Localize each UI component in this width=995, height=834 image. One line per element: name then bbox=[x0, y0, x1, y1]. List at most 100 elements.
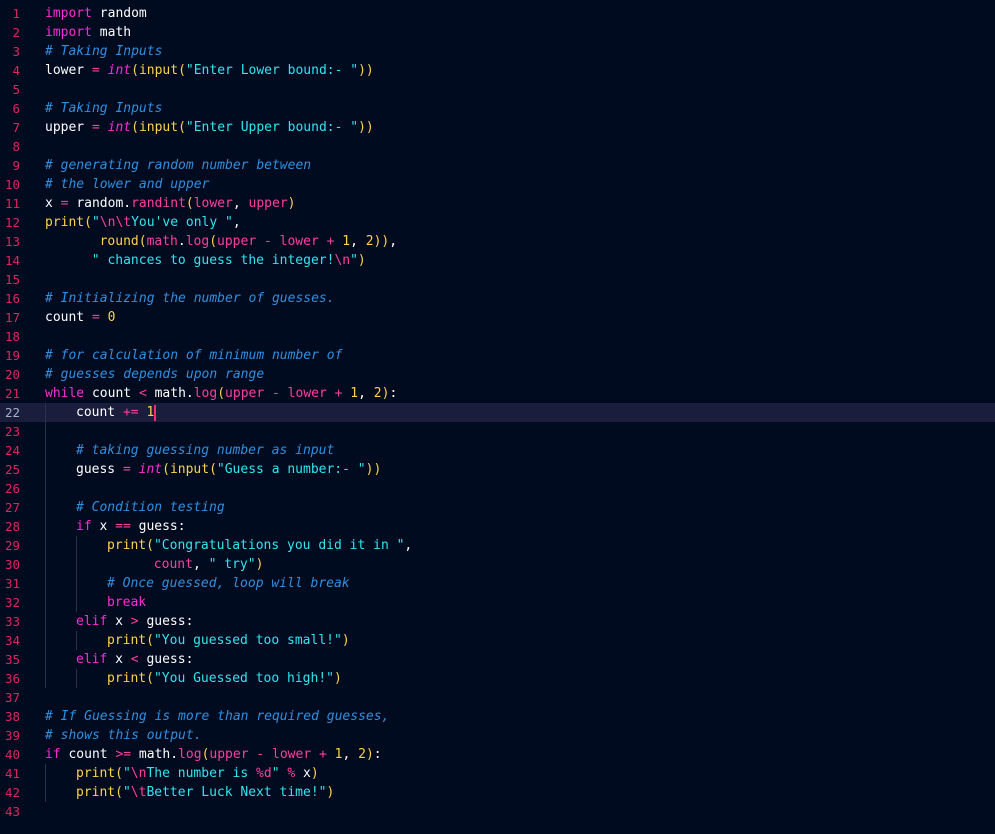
code-token: ( bbox=[178, 120, 186, 135]
code-line[interactable]: 2 import math bbox=[0, 23, 995, 42]
code-line[interactable]: 35 elif x < guess: bbox=[0, 650, 995, 669]
code-line[interactable]: 9 # generating random number between bbox=[0, 156, 995, 175]
code-text[interactable]: # Taking Inputs bbox=[45, 42, 162, 61]
code-text[interactable]: import math bbox=[45, 23, 131, 42]
code-line[interactable]: 6 # Taking Inputs bbox=[0, 99, 995, 118]
code-token: The number is bbox=[146, 766, 257, 781]
code-token: : bbox=[185, 652, 194, 667]
code-text[interactable]: print("\tBetter Luck Next time!") bbox=[45, 783, 334, 802]
code-text[interactable] bbox=[45, 479, 76, 498]
code-token: Better Luck Next time!" bbox=[146, 785, 327, 800]
code-text[interactable]: # Taking Inputs bbox=[45, 99, 162, 118]
code-line[interactable]: 43 bbox=[0, 802, 995, 821]
code-line[interactable]: 41 print("\nThe number is %d" % x) bbox=[0, 764, 995, 783]
code-token: x bbox=[45, 196, 53, 211]
line-number: 5 bbox=[12, 82, 20, 97]
code-text[interactable]: # If Guessing is more than required gues… bbox=[45, 707, 389, 726]
code-text[interactable]: x = random.randint(lower, upper) bbox=[45, 194, 296, 213]
code-lines[interactable]: 1 import random 2 import math 3 # Taking Inpu… bbox=[0, 4, 995, 821]
code-line[interactable]: 26 bbox=[0, 479, 995, 498]
code-line[interactable]: 3 # Taking Inputs bbox=[0, 42, 995, 61]
code-line[interactable]: 22 count += 1 bbox=[0, 403, 995, 422]
code-text[interactable]: while count < math.log(upper - lower + 1… bbox=[45, 384, 397, 403]
indent-guide bbox=[76, 631, 107, 650]
code-text[interactable]: elif x > guess: bbox=[45, 612, 193, 631]
code-token: : bbox=[177, 519, 186, 534]
code-line[interactable]: 25 guess = int(input("Guess a number:- ")… bbox=[0, 460, 995, 479]
code-text[interactable]: if x == guess: bbox=[45, 517, 186, 536]
code-text[interactable]: count += 1 bbox=[45, 403, 157, 422]
code-line[interactable]: 5 bbox=[0, 80, 995, 99]
code-text[interactable]: elif x < guess: bbox=[45, 650, 193, 669]
code-line[interactable]: 10 # the lower and upper bbox=[0, 175, 995, 194]
code-line[interactable]: 12 print("\n\tYou've only ", bbox=[0, 213, 995, 232]
code-line[interactable]: 37 bbox=[0, 688, 995, 707]
line-number: 8 bbox=[12, 139, 20, 154]
code-line[interactable]: 33 elif x > guess: bbox=[0, 612, 995, 631]
code-line[interactable]: 15 bbox=[0, 270, 995, 289]
code-text[interactable]: # Condition testing bbox=[45, 498, 225, 517]
code-line[interactable]: 4 lower = int(input("Enter Lower bound:- … bbox=[0, 61, 995, 80]
code-text[interactable]: count = 0 bbox=[45, 308, 115, 327]
code-text[interactable]: # shows this output. bbox=[45, 726, 202, 745]
code-line[interactable]: 21 while count < math.log(upper - lower +… bbox=[0, 384, 995, 403]
code-token: log bbox=[185, 234, 210, 249]
code-line[interactable]: 39 # shows this output. bbox=[0, 726, 995, 745]
code-text[interactable]: print("\n\tYou've only ", bbox=[45, 213, 241, 232]
code-text[interactable]: # Once guessed, loop will break bbox=[45, 574, 350, 593]
code-text[interactable]: # generating random number between bbox=[45, 156, 311, 175]
code-token: 2 bbox=[358, 747, 366, 762]
code-text[interactable]: # taking guessing number as input bbox=[45, 441, 334, 460]
code-line[interactable]: 36 print("You Guessed too high!") bbox=[0, 669, 995, 688]
code-text[interactable]: # guesses depends upon range bbox=[45, 365, 264, 384]
code-token: ( bbox=[185, 196, 194, 211]
code-text[interactable]: import random bbox=[45, 4, 147, 23]
code-line[interactable]: 20 # guesses depends upon range bbox=[0, 365, 995, 384]
code-token: lower bbox=[279, 234, 319, 249]
code-line[interactable]: 42 print("\tBetter Luck Next time!") bbox=[0, 783, 995, 802]
code-line[interactable]: 19 # for calculation of minimum number of bbox=[0, 346, 995, 365]
code-line[interactable]: 34 print("You guessed too small!") bbox=[0, 631, 995, 650]
code-text[interactable]: guess = int(input("Guess a number:- ")) bbox=[45, 460, 381, 479]
code-editor[interactable]: 1 import random 2 import math 3 # Taking Inpu… bbox=[0, 0, 995, 834]
code-text[interactable]: print("\nThe number is %d" % x) bbox=[45, 764, 319, 783]
code-line[interactable]: 17 count = 0 bbox=[0, 308, 995, 327]
code-line[interactable]: 28 if x == guess: bbox=[0, 517, 995, 536]
text-cursor bbox=[154, 405, 157, 421]
code-text[interactable]: # Initializing the number of guesses. bbox=[45, 289, 335, 308]
code-line[interactable]: 8 bbox=[0, 137, 995, 156]
line-number: 1 bbox=[12, 6, 20, 21]
code-text[interactable]: # the lower and upper bbox=[45, 175, 209, 194]
code-line[interactable]: 32 break bbox=[0, 593, 995, 612]
code-token: upper bbox=[209, 747, 249, 762]
code-line[interactable]: 30 count, " try") bbox=[0, 555, 995, 574]
code-line[interactable]: 14 " chances to guess the integer!\n") bbox=[0, 251, 995, 270]
code-line[interactable]: 1 import random bbox=[0, 4, 995, 23]
code-line[interactable]: 16 # Initializing the number of guesses. bbox=[0, 289, 995, 308]
code-line[interactable]: 24 # taking guessing number as input bbox=[0, 441, 995, 460]
code-line[interactable]: 29 print("Congratulations you did it in "… bbox=[0, 536, 995, 555]
code-text[interactable]: print("Congratulations you did it in ", bbox=[45, 536, 412, 555]
code-line[interactable]: 7 upper = int(input("Enter Upper bound:- … bbox=[0, 118, 995, 137]
code-text[interactable]: round(math.log(upper - lower + 1, 2)), bbox=[45, 232, 397, 251]
code-token: . bbox=[123, 196, 132, 211]
code-line[interactable]: 27 # Condition testing bbox=[0, 498, 995, 517]
code-text[interactable]: count, " try") bbox=[45, 555, 263, 574]
code-text[interactable] bbox=[45, 422, 76, 441]
code-line[interactable]: 13 round(math.log(upper - lower + 1, 2)), bbox=[0, 232, 995, 251]
code-text[interactable]: break bbox=[45, 593, 146, 612]
code-text[interactable]: # for calculation of minimum number of bbox=[45, 346, 342, 365]
code-line[interactable]: 23 bbox=[0, 422, 995, 441]
code-text[interactable]: upper = int(input("Enter Upper bound:- "… bbox=[45, 118, 374, 137]
code-line[interactable]: 11 x = random.randint(lower, upper) bbox=[0, 194, 995, 213]
code-line[interactable]: 18 bbox=[0, 327, 995, 346]
code-line[interactable]: 31 # Once guessed, loop will break bbox=[0, 574, 995, 593]
line-number: 23 bbox=[4, 424, 20, 439]
code-text[interactable]: print("You Guessed too high!") bbox=[45, 669, 342, 688]
code-line[interactable]: 38 # If Guessing is more than required gu… bbox=[0, 707, 995, 726]
code-line[interactable]: 40 if count >= math.log(upper - lower + 1… bbox=[0, 745, 995, 764]
code-text[interactable]: " chances to guess the integer!\n") bbox=[45, 251, 366, 270]
code-text[interactable]: if count >= math.log(upper - lower + 1, … bbox=[45, 745, 382, 764]
code-text[interactable]: print("You guessed too small!") bbox=[45, 631, 350, 650]
code-text[interactable]: lower = int(input("Enter Lower bound:- "… bbox=[45, 61, 374, 80]
